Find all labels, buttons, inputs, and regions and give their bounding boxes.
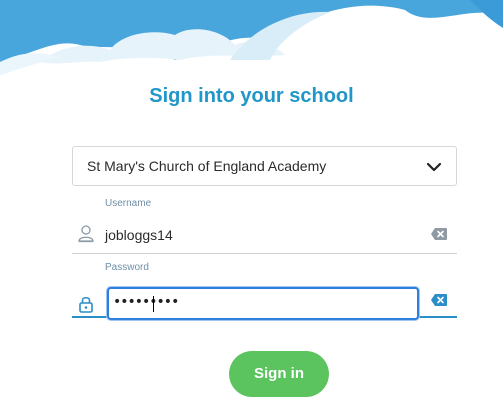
school-select-value: St Mary's Church of England Academy — [87, 158, 327, 174]
username-label: Username — [105, 198, 152, 209]
username-input[interactable]: jobloggs14 — [105, 227, 173, 243]
sign-in-button[interactable]: Sign in — [229, 351, 329, 397]
user-icon — [78, 225, 94, 243]
password-label: Password — [105, 262, 149, 273]
page-title: Sign into your school — [149, 85, 354, 107]
lock-icon — [79, 296, 93, 313]
school-select[interactable]: St Mary's Church of England Academy — [72, 146, 457, 186]
clear-username-icon[interactable] — [431, 228, 447, 240]
text-caret — [153, 296, 154, 312]
clear-password-icon[interactable] — [431, 294, 447, 306]
username-field[interactable]: Username jobloggs14 — [72, 198, 457, 254]
password-input[interactable]: ••••••••• — [107, 287, 419, 320]
password-masked-value: ••••••••• — [113, 294, 179, 310]
chevron-down-icon[interactable] — [426, 159, 442, 175]
cloud-banner — [0, 0, 503, 80]
